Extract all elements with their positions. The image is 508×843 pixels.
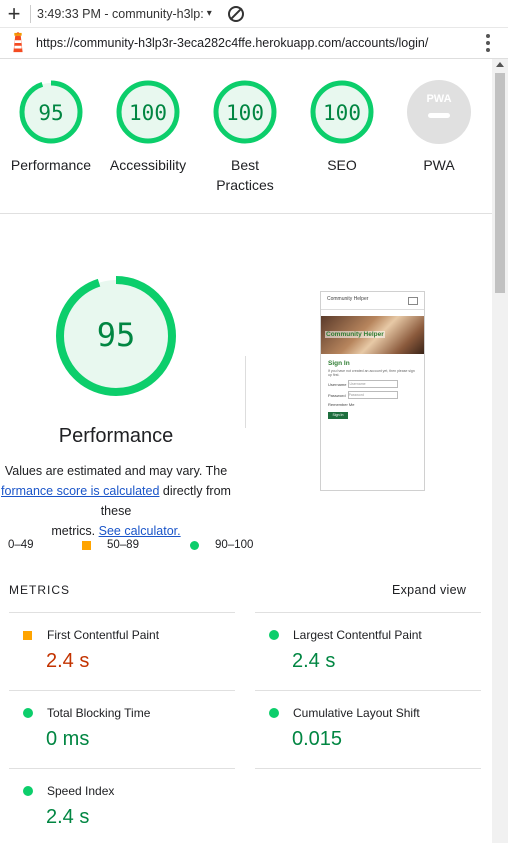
accessibility-label: Accessibility bbox=[109, 157, 187, 173]
performance-gauge-ring: 95 bbox=[19, 80, 83, 144]
metric-si-value: 2.4 s bbox=[46, 806, 90, 828]
performance-heading: Performance bbox=[58, 425, 174, 447]
metric-speed-index: Speed Index 2.4 s bbox=[22, 784, 242, 829]
score-calculated-link[interactable]: formance score is calculated bbox=[1, 484, 159, 498]
best-practices-label-line1: Best bbox=[230, 157, 259, 173]
legend-average-label: 50–89 bbox=[107, 539, 139, 551]
tab-dropdown-icon[interactable]: ▾ bbox=[207, 8, 212, 19]
average-square-icon bbox=[82, 540, 91, 550]
note-line2: formance score is calculated directly fr… bbox=[0, 481, 244, 521]
metric-tbt-name: Total Blocking Time bbox=[47, 706, 151, 720]
metric-divider bbox=[255, 612, 481, 613]
scrollbar-thumb[interactable] bbox=[495, 73, 505, 293]
note-line3-pre: metrics. bbox=[51, 524, 99, 538]
pwa-badge-text: PWA bbox=[426, 93, 451, 105]
metric-lcp-value: 2.4 s bbox=[292, 650, 336, 672]
best-practices-gauge-ring: 100 bbox=[213, 80, 277, 144]
pass-circle-icon bbox=[23, 786, 33, 796]
gauge-performance[interactable]: 95 Performance bbox=[0, 79, 106, 175]
seo-score: 100 bbox=[323, 101, 361, 125]
note-line3: metrics. See calculator. bbox=[0, 521, 244, 541]
see-calculator-link[interactable]: See calculator. bbox=[99, 524, 181, 538]
metric-divider bbox=[9, 612, 235, 613]
legend-fail-label: 0–49 bbox=[8, 539, 34, 551]
metrics-heading: METRICS bbox=[9, 583, 70, 597]
best-practices-score: 100 bbox=[226, 101, 264, 125]
url-text[interactable]: https://community-h3lp3r-3eca282c4ffe.he… bbox=[36, 36, 428, 50]
metric-divider bbox=[9, 690, 235, 691]
legend-pass: 90–100 bbox=[190, 539, 253, 551]
metric-divider bbox=[255, 768, 481, 769]
metric-divider bbox=[255, 690, 481, 691]
metric-fcp: First Contentful Paint 2.4 s bbox=[22, 628, 242, 673]
thumb-username-label: Username bbox=[328, 381, 347, 387]
performance-score: 95 bbox=[38, 101, 63, 125]
tab-title[interactable]: 3:49:33 PM - community-h3lp: bbox=[37, 7, 204, 21]
lighthouse-icon bbox=[13, 32, 23, 53]
final-screenshot[interactable]: Community Helper Community Helper Sign I… bbox=[320, 291, 425, 491]
url-bar: https://community-h3lp3r-3eca282c4ffe.he… bbox=[0, 28, 508, 59]
accessibility-score: 100 bbox=[129, 101, 167, 125]
thumb-password-label: Password bbox=[328, 392, 346, 398]
metric-cls-value: 0.015 bbox=[292, 728, 343, 750]
thumb-sign-in-button: Sign In bbox=[328, 412, 348, 419]
more-options-icon[interactable] bbox=[486, 34, 490, 55]
performance-label: Performance bbox=[10, 157, 92, 173]
scroll-up-icon[interactable] bbox=[496, 62, 504, 67]
thumb-remember: Remember Me bbox=[328, 402, 355, 407]
tab-separator bbox=[30, 4, 31, 23]
pwa-label: PWA bbox=[423, 157, 455, 173]
metric-fcp-name: First Contentful Paint bbox=[47, 628, 160, 642]
best-practices-label-line2: Practices bbox=[216, 177, 274, 193]
thumb-hero-image: Community Helper bbox=[321, 316, 424, 354]
metric-tbt: Total Blocking Time 0 ms bbox=[22, 706, 242, 751]
best-practices-label: Best Practices bbox=[190, 155, 300, 195]
metric-divider bbox=[9, 768, 235, 769]
metric-si-name: Speed Index bbox=[47, 784, 115, 798]
metric-lcp: Largest Contentful Paint 2.4 s bbox=[268, 628, 488, 673]
gauge-best-practices[interactable]: 100 Best Practices bbox=[190, 79, 300, 195]
thumb-username-row: Username Username bbox=[328, 380, 424, 388]
metric-cls: Cumulative Layout Shift 0.015 bbox=[268, 706, 488, 751]
thumb-password-row: Password Password bbox=[328, 391, 424, 399]
scrollbar[interactable] bbox=[492, 59, 508, 843]
legend-average: 50–89 bbox=[82, 539, 139, 551]
block-icon[interactable] bbox=[227, 5, 244, 22]
thumb-username-input: Username bbox=[348, 380, 399, 388]
performance-note: Values are estimated and may vary. The f… bbox=[0, 461, 244, 541]
legend-pass-label: 90–100 bbox=[215, 539, 254, 551]
pass-circle-icon bbox=[269, 630, 279, 640]
thumb-site-name: Community Helper bbox=[327, 296, 369, 302]
section-divider bbox=[0, 213, 492, 214]
performance-big-score: 95 bbox=[97, 316, 136, 354]
metric-cls-name: Cumulative Layout Shift bbox=[293, 706, 420, 720]
accessibility-gauge-ring: 100 bbox=[116, 80, 180, 144]
legend-fail: 0–49 bbox=[0, 539, 34, 551]
expand-view-toggle[interactable]: Expand view bbox=[392, 583, 466, 597]
seo-gauge-ring: 100 bbox=[310, 80, 374, 144]
metric-lcp-name: Largest Contentful Paint bbox=[293, 628, 422, 642]
gauge-pwa[interactable]: PWA PWA bbox=[384, 79, 494, 175]
thumb-sign-in-heading: Sign In bbox=[328, 360, 350, 367]
vertical-divider bbox=[245, 356, 246, 428]
thumb-password-input: Password bbox=[347, 391, 398, 399]
average-square-icon bbox=[23, 630, 32, 640]
metric-fcp-value: 2.4 s bbox=[46, 650, 90, 672]
gauge-seo[interactable]: 100 SEO bbox=[287, 79, 397, 175]
new-tab-button[interactable]: + bbox=[0, 1, 28, 27]
note-line1: Values are estimated and may vary. The bbox=[4, 464, 228, 478]
thumb-menu-icon bbox=[408, 297, 418, 305]
seo-label: SEO bbox=[327, 157, 357, 173]
pwa-badge-icon: PWA bbox=[407, 80, 471, 144]
thumb-hero-text: Community Helper bbox=[325, 331, 385, 338]
thumb-intro: If you have not created an account yet, … bbox=[328, 369, 415, 377]
pass-circle-icon bbox=[269, 708, 279, 718]
thumb-header: Community Helper bbox=[321, 292, 424, 310]
pass-circle-icon bbox=[190, 540, 199, 550]
gauge-accessibility[interactable]: 100 Accessibility bbox=[93, 79, 203, 175]
performance-big-gauge: 95 bbox=[56, 276, 176, 396]
tab-bar: + 3:49:33 PM - community-h3lp: ▾ bbox=[0, 0, 508, 28]
metric-tbt-value: 0 ms bbox=[46, 728, 90, 750]
pass-circle-icon bbox=[23, 708, 33, 718]
